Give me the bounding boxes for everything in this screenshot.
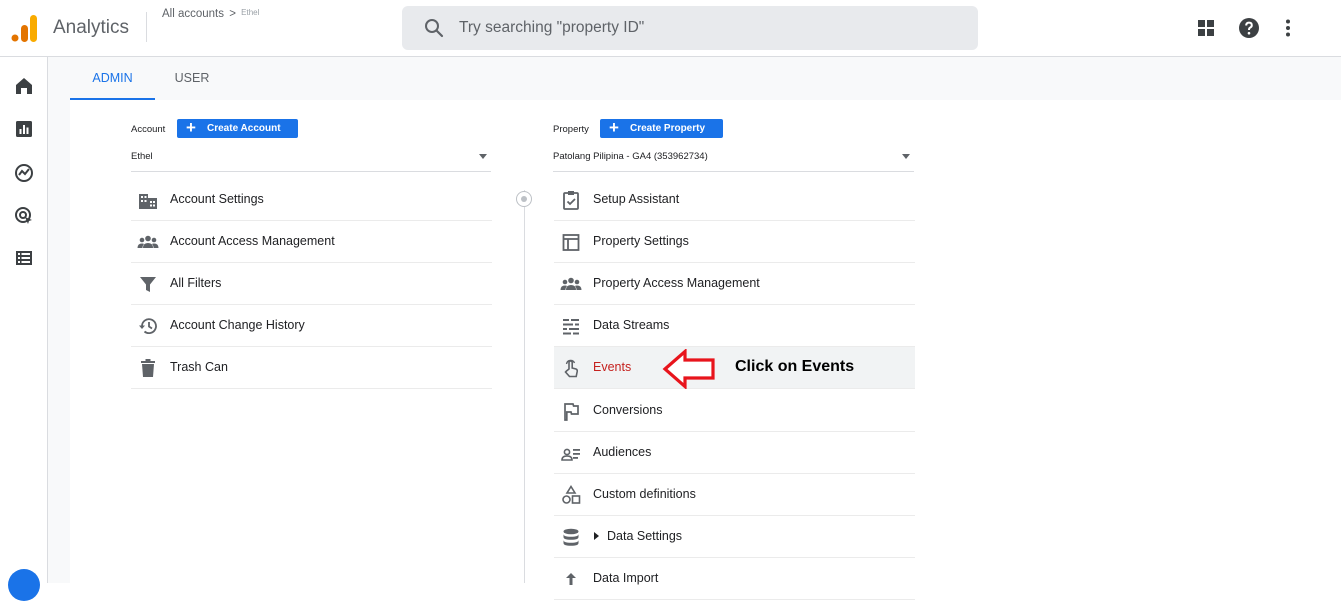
checklist-icon [563,191,579,210]
filter-icon [140,277,156,292]
breadcrumb[interactable]: All accounts > Ethel [162,8,259,20]
touch-icon [564,359,579,378]
item-label: Account Access Management [170,234,335,248]
apps-grid-icon[interactable] [1194,16,1218,40]
dropdown-caret-icon [902,154,910,159]
tab-bar: ADMIN USER [70,57,1341,100]
explore-icon[interactable] [12,161,36,185]
settings-fab[interactable] [8,569,40,601]
item-label: Account Change History [170,318,305,332]
tab-user[interactable]: USER [165,57,219,100]
flag-icon [564,403,579,421]
create-account-label: Create Account [207,123,281,134]
item-label: Setup Assistant [593,192,680,206]
more-vert-icon[interactable] [1276,16,1300,40]
item-label: Custom definitions [593,487,696,501]
dropdown-caret-icon [479,154,487,159]
database-icon [563,528,579,546]
breadcrumb-all-accounts[interactable]: All accounts [162,8,224,20]
shapes-icon [562,484,581,504]
data-streams-item[interactable]: Data Streams [554,305,915,347]
data-settings-item[interactable]: Data Settings [554,516,915,558]
item-label: Property Settings [593,234,689,248]
property-selected: Patolang Pilipina - GA4 (353962734) [553,151,708,162]
plus-icon: + [186,118,196,137]
item-label: Account Settings [170,192,264,206]
create-account-button[interactable]: + Create Account [177,119,298,138]
search-icon [425,19,444,38]
home-icon[interactable] [12,74,36,98]
account-selected: Ethel [131,151,153,162]
item-label: Trash Can [170,360,228,374]
conversions-item[interactable]: Conversions [554,390,915,432]
reports-icon[interactable] [12,117,36,141]
breadcrumb-account[interactable]: Ethel [241,8,259,17]
item-label: Conversions [593,403,663,417]
configure-icon[interactable] [12,246,36,270]
tab-admin[interactable]: ADMIN [70,57,155,100]
account-settings-item[interactable]: Account Settings [131,179,492,221]
account-selector[interactable]: Ethel [131,150,491,172]
create-property-button[interactable]: + Create Property [600,119,723,138]
item-label: Property Access Management [593,276,760,290]
item-label: Events [593,360,632,374]
app-title: Analytics [53,17,130,38]
all-filters-item[interactable]: All Filters [131,263,492,305]
setup-assistant-item[interactable]: Setup Assistant [554,179,915,221]
column-divider [524,190,525,583]
property-selector[interactable]: Patolang Pilipina - GA4 (353962734) [553,150,914,172]
annotation-text: Click on Events [735,358,855,375]
expand-caret-icon[interactable] [594,532,599,540]
analytics-logo[interactable] [11,14,37,42]
create-property-label: Create Property [630,123,706,134]
audiences-item[interactable]: Audiences [554,432,915,474]
top-bar: Analytics All accounts > Ethel [0,0,1341,57]
audiences-icon [561,448,580,461]
history-icon [139,318,157,335]
item-label: All Filters [170,276,222,290]
link-circle-icon [516,191,532,207]
account-access-management-item[interactable]: Account Access Management [131,221,492,263]
streams-icon [563,319,579,335]
building-icon [139,194,157,209]
property-label: Property [553,124,589,135]
data-import-item[interactable]: Data Import [554,558,915,600]
annotation-arrow-icon [662,349,715,389]
breadcrumb-separator: > [229,8,236,20]
people-icon [137,235,159,248]
account-label: Account [131,124,166,135]
trash-can-item[interactable]: Trash Can [131,347,492,389]
trash-icon [141,359,155,377]
people-icon [560,277,582,290]
left-navigation [0,57,48,601]
property-settings-item[interactable]: Property Settings [554,221,915,263]
upload-icon [566,573,576,585]
help-icon[interactable] [1237,16,1261,40]
title-divider [146,12,147,42]
item-label: Data Settings [607,529,683,543]
plus-icon: + [609,118,619,137]
layout-icon [562,234,580,251]
property-access-management-item[interactable]: Property Access Management [554,263,915,305]
advertising-icon[interactable] [12,204,36,228]
custom-definitions-item[interactable]: Custom definitions [554,474,915,516]
search-input[interactable] [459,6,959,50]
item-label: Data Streams [593,318,670,332]
item-label: Audiences [593,445,652,459]
account-change-history-item[interactable]: Account Change History [131,305,492,347]
search-bar[interactable] [402,6,978,50]
